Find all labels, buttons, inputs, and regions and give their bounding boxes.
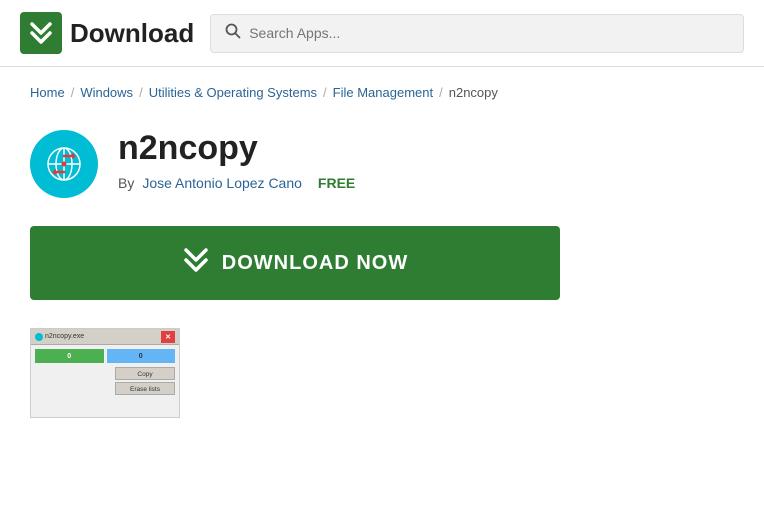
search-bar[interactable] <box>210 14 744 53</box>
download-chevron-icon <box>182 246 210 280</box>
main-content: n2ncopy By Jose Antonio Lopez Cano FREE … <box>0 110 764 438</box>
breadcrumb-windows[interactable]: Windows <box>80 85 133 100</box>
breadcrumb-sep-4: / <box>439 85 443 100</box>
logo-text: Download <box>70 18 194 49</box>
app-name: n2ncopy <box>118 130 734 167</box>
breadcrumb-current: n2ncopy <box>449 85 498 100</box>
screenshot-app-icon <box>35 333 43 341</box>
screenshot-content: n2ncopy.exe ✕ 0 0 Copy Erase lists <box>31 329 179 417</box>
app-author-line: By Jose Antonio Lopez Cano FREE <box>118 175 734 191</box>
breadcrumb-sep-2: / <box>139 85 143 100</box>
screenshot-container: n2ncopy.exe ✕ 0 0 Copy Erase lists <box>30 328 734 418</box>
logo-icon <box>20 12 62 54</box>
breadcrumb: Home / Windows / Utilities & Operating S… <box>0 67 764 110</box>
screenshot-title-text: n2ncopy.exe <box>35 333 84 341</box>
breadcrumb-file-management[interactable]: File Management <box>333 85 433 100</box>
download-now-label: DOWNLOAD NOW <box>222 252 408 275</box>
breadcrumb-sep-3: / <box>323 85 327 100</box>
app-header: n2ncopy By Jose Antonio Lopez Cano FREE <box>30 130 734 198</box>
app-screenshot: n2ncopy.exe ✕ 0 0 Copy Erase lists <box>30 328 180 418</box>
page-header: Download <box>0 0 764 67</box>
screenshot-erase-btn: Erase lists <box>115 382 175 395</box>
logo[interactable]: Download <box>20 12 194 54</box>
screenshot-progress-left: 0 <box>35 349 104 363</box>
app-info: n2ncopy By Jose Antonio Lopez Cano FREE <box>118 130 734 191</box>
screenshot-btn-row: Copy Erase lists <box>35 367 175 395</box>
download-now-button[interactable]: DOWNLOAD NOW <box>30 226 560 300</box>
screenshot-body: 0 0 Copy Erase lists <box>31 345 179 399</box>
breadcrumb-sep-1: / <box>71 85 75 100</box>
price-badge: FREE <box>318 175 355 191</box>
search-icon <box>225 23 241 44</box>
author-label: By <box>118 175 134 191</box>
app-icon <box>30 130 98 198</box>
screenshot-progress-row: 0 0 <box>35 349 175 363</box>
screenshot-progress-right: 0 <box>107 349 176 363</box>
breadcrumb-home[interactable]: Home <box>30 85 65 100</box>
screenshot-title-bar: n2ncopy.exe ✕ <box>31 329 179 345</box>
breadcrumb-utilities[interactable]: Utilities & Operating Systems <box>149 85 317 100</box>
screenshot-close-btn: ✕ <box>161 331 175 343</box>
search-input[interactable] <box>249 25 729 41</box>
screenshot-copy-btn: Copy <box>115 367 175 380</box>
author-link[interactable]: Jose Antonio Lopez Cano <box>142 175 302 191</box>
